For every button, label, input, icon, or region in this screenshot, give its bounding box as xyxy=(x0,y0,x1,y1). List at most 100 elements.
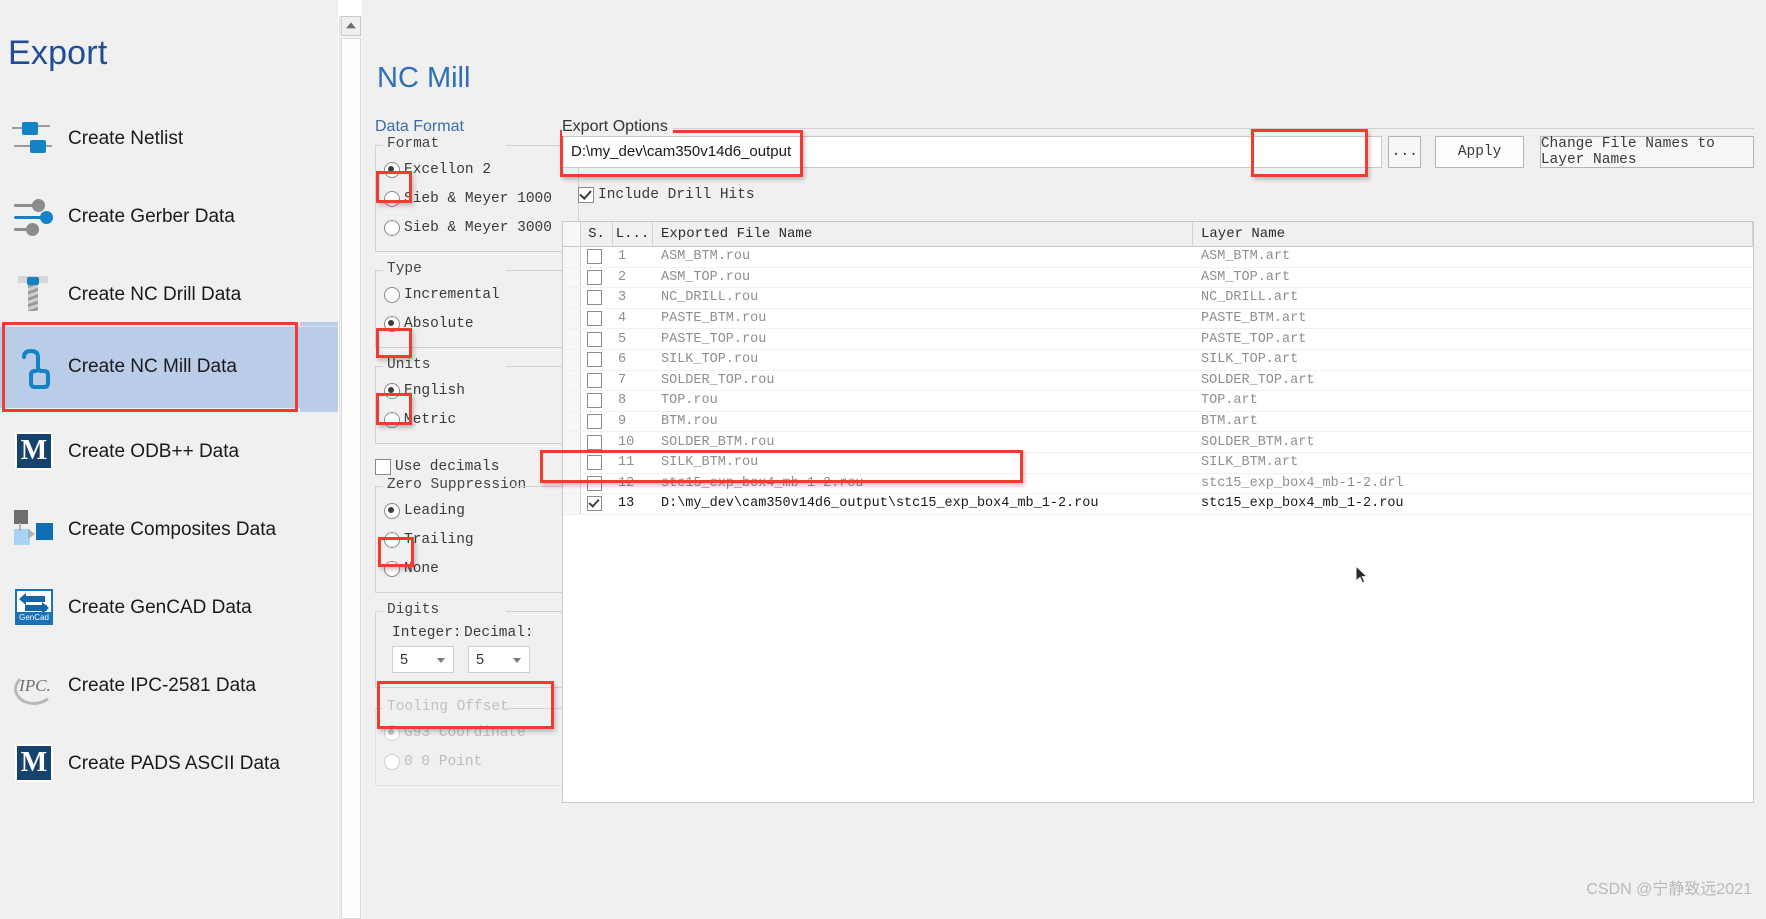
table-row[interactable]: 7 SOLDER_TOP.rou SOLDER_TOP.art xyxy=(563,370,1753,392)
row-checkbox[interactable] xyxy=(587,414,602,430)
radio-indicator[interactable] xyxy=(384,382,400,399)
radio-indicator[interactable] xyxy=(384,531,400,548)
radio-english[interactable]: English xyxy=(384,376,570,405)
sidebar-item-create-gerber-data[interactable]: Create Gerber Data xyxy=(0,178,338,256)
row-exported-file-name[interactable]: TOP.rou xyxy=(653,391,1193,411)
decimal-digits-select[interactable]: 5 xyxy=(468,646,530,673)
integer-digits-select[interactable]: 5 xyxy=(392,646,454,673)
row-layer-name[interactable]: SILK_BTM.art xyxy=(1193,453,1753,473)
radio-none[interactable]: None xyxy=(384,554,570,583)
row-layer-name[interactable]: SILK_TOP.art xyxy=(1193,350,1753,370)
column-header-layer-name[interactable]: Layer Name xyxy=(1193,222,1753,246)
row-layer-name[interactable]: TOP.art xyxy=(1193,391,1753,411)
output-path-input[interactable]: D:\my_dev\cam350v14d6_output xyxy=(562,136,1383,168)
row-layer-name[interactable]: ASM_TOP.art xyxy=(1193,268,1753,288)
row-exported-file-name[interactable]: D:\my_dev\cam350v14d6_output\stc15_exp_b… xyxy=(653,494,1193,514)
radio-indicator[interactable] xyxy=(384,161,400,178)
row-exported-file-name[interactable]: ASM_BTM.rou xyxy=(653,247,1193,267)
sidebar-item-create-pads-ascii-data[interactable]: M Create PADS ASCII Data xyxy=(0,725,338,803)
row-checkbox[interactable] xyxy=(587,269,602,285)
row-exported-file-name[interactable]: PASTE_BTM.rou xyxy=(653,309,1193,329)
checkbox-indicator[interactable] xyxy=(578,187,594,203)
panel-scrollbar[interactable] xyxy=(339,16,362,919)
table-row[interactable]: 11 SILK_BTM.rou SILK_BTM.art xyxy=(563,452,1753,474)
apply-button[interactable]: Apply xyxy=(1435,136,1524,168)
table-row[interactable]: 1 ASM_BTM.rou ASM_BTM.art xyxy=(563,247,1753,268)
column-header-exported-file-name[interactable]: Exported File Name xyxy=(653,222,1193,246)
row-checkbox[interactable] xyxy=(587,290,602,306)
radio-indicator[interactable] xyxy=(384,315,400,332)
sidebar-item-create-nc-drill-data[interactable]: Create NC Drill Data xyxy=(0,256,338,334)
radio-indicator[interactable] xyxy=(384,502,400,519)
row-checkbox-cell[interactable] xyxy=(581,288,613,308)
row-checkbox[interactable] xyxy=(587,311,602,327)
radio-sieb-meyer-1000[interactable]: Sieb & Meyer 1000 xyxy=(384,184,570,213)
radio-indicator[interactable] xyxy=(384,219,400,236)
row-checkbox-cell[interactable] xyxy=(581,371,613,391)
checkbox-include-drill-hits[interactable]: Include Drill Hits xyxy=(578,180,1754,210)
row-checkbox[interactable] xyxy=(587,249,602,265)
table-row[interactable]: 6 SILK_TOP.rou SILK_TOP.art xyxy=(563,349,1753,371)
row-checkbox[interactable] xyxy=(587,496,602,512)
row-checkbox[interactable] xyxy=(587,393,602,409)
table-row[interactable]: 5 PASTE_TOP.rou PASTE_TOP.art xyxy=(563,329,1753,350)
row-layer-name[interactable]: ASM_BTM.art xyxy=(1193,247,1753,267)
row-layer-name[interactable]: SOLDER_BTM.art xyxy=(1193,432,1753,452)
table-row[interactable]: 3 NC_DRILL.rou NC_DRILL.art xyxy=(563,288,1753,309)
table-row[interactable]: 8 TOP.rou TOP.art xyxy=(563,391,1753,412)
sidebar-item-create-ipc-2581-data[interactable]: IPC. Create IPC-2581 Data xyxy=(0,647,338,725)
table-row[interactable]: 2 ASM_TOP.rou ASM_TOP.art xyxy=(563,267,1753,289)
row-layer-name[interactable]: stc15_exp_box4_mb_1-2.rou xyxy=(1193,494,1753,514)
scroll-up-button[interactable] xyxy=(341,16,361,36)
row-exported-file-name[interactable]: ASM_TOP.rou xyxy=(653,268,1193,288)
radio-excellon-2[interactable]: Excellon 2 xyxy=(384,155,570,184)
row-exported-file-name[interactable]: PASTE_TOP.rou xyxy=(653,329,1193,349)
row-checkbox[interactable] xyxy=(587,372,602,388)
row-checkbox-cell[interactable] xyxy=(581,453,613,473)
row-checkbox-cell[interactable] xyxy=(581,474,613,494)
radio-sieb-meyer-3000[interactable]: Sieb & Meyer 3000 xyxy=(384,213,570,242)
row-checkbox-cell[interactable] xyxy=(581,412,613,432)
row-checkbox[interactable] xyxy=(587,331,602,347)
row-checkbox[interactable] xyxy=(587,352,602,368)
radio-indicator[interactable] xyxy=(384,411,400,428)
sidebar-item-create-netlist[interactable]: Create Netlist xyxy=(0,100,338,178)
sidebar-item-create-odb-data[interactable]: M Create ODB++ Data xyxy=(0,413,338,491)
radio-indicator[interactable] xyxy=(384,190,400,207)
row-layer-name[interactable]: PASTE_BTM.art xyxy=(1193,309,1753,329)
row-exported-file-name[interactable]: stc15_exp_box4_mb-1-2.rou xyxy=(653,474,1193,494)
row-layer-name[interactable]: BTM.art xyxy=(1193,412,1753,432)
sidebar-item-create-composites-data[interactable]: Create Composites Data xyxy=(0,491,338,569)
row-checkbox-cell[interactable] xyxy=(581,247,613,267)
row-layer-name[interactable]: NC_DRILL.art xyxy=(1193,288,1753,308)
row-checkbox[interactable] xyxy=(587,434,602,450)
row-checkbox-cell[interactable] xyxy=(581,309,613,329)
row-layer-name[interactable]: PASTE_TOP.art xyxy=(1193,329,1753,349)
row-exported-file-name[interactable]: SILK_BTM.rou xyxy=(653,453,1193,473)
table-row[interactable]: 9 BTM.rou BTM.art xyxy=(563,411,1753,433)
row-checkbox-cell[interactable] xyxy=(581,329,613,349)
scrollbar-track[interactable] xyxy=(341,38,361,919)
radio-metric[interactable]: Metric xyxy=(384,405,570,434)
row-layer-name[interactable]: stc15_exp_box4_mb-1-2.drl xyxy=(1193,474,1753,494)
radio-absolute[interactable]: Absolute xyxy=(384,309,570,338)
change-file-names-button[interactable]: Change File Names to Layer Names xyxy=(1539,136,1755,168)
row-exported-file-name[interactable]: SOLDER_TOP.rou xyxy=(653,371,1193,391)
exported-files-table[interactable]: S. L... Exported File Name Layer Name 1 A… xyxy=(562,221,1754,803)
row-checkbox-cell[interactable] xyxy=(581,268,613,288)
radio-trailing[interactable]: Trailing xyxy=(384,525,570,554)
row-exported-file-name[interactable]: NC_DRILL.rou xyxy=(653,288,1193,308)
column-header-layer-num[interactable]: L... xyxy=(613,222,653,246)
table-row[interactable]: 12 stc15_exp_box4_mb-1-2.rou stc15_exp_box… xyxy=(563,473,1753,495)
radio-leading[interactable]: Leading xyxy=(384,496,570,525)
browse-button[interactable]: ... xyxy=(1388,136,1422,168)
row-checkbox-cell[interactable] xyxy=(581,350,613,370)
radio-incremental[interactable]: Incremental xyxy=(384,280,570,309)
row-checkbox-cell[interactable] xyxy=(581,432,613,452)
row-exported-file-name[interactable]: SILK_TOP.rou xyxy=(653,350,1193,370)
checkbox-indicator[interactable] xyxy=(375,459,391,475)
row-exported-file-name[interactable]: SOLDER_BTM.rou xyxy=(653,432,1193,452)
table-row[interactable]: 13 D:\my_dev\cam350v14d6_output\stc15_exp… xyxy=(563,494,1753,515)
row-checkbox[interactable] xyxy=(587,475,602,491)
radio-indicator[interactable] xyxy=(384,286,400,303)
